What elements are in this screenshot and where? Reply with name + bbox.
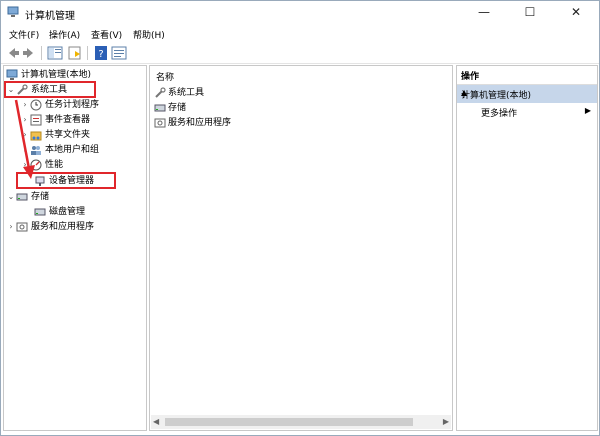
actions-pane: 操作 计算机管理(本地) ▲ 更多操作 ▶ xyxy=(456,65,598,431)
tools-icon xyxy=(155,86,166,98)
computer-management-window: 计算机管理 — ☐ ✕ 文件(F) 操作(A) 查看(V) 帮助(H) ? 计算… xyxy=(0,0,600,436)
export-list-icon[interactable] xyxy=(67,45,83,61)
tree-label: 磁盘管理 xyxy=(49,207,86,217)
help-icon[interactable]: ? xyxy=(93,45,109,61)
storage-icon xyxy=(154,104,166,111)
menu-view[interactable]: 查看(V) xyxy=(91,28,122,41)
more-actions-link[interactable]: 更多操作 xyxy=(481,106,517,119)
collapse-up-icon[interactable]: ▲ xyxy=(461,88,593,97)
menu-action[interactable]: 操作(A) xyxy=(49,28,80,41)
services-icon xyxy=(16,222,28,232)
disk-management-icon xyxy=(34,208,46,216)
close-button[interactable]: ✕ xyxy=(553,1,599,25)
scroll-left-icon[interactable]: ◀ xyxy=(153,415,159,429)
toolbar: ? xyxy=(1,43,599,64)
show-hide-console-tree-icon[interactable] xyxy=(47,45,63,61)
svg-text:?: ? xyxy=(98,49,103,60)
actions-header: 操作 xyxy=(457,66,597,85)
forward-arrow-icon[interactable] xyxy=(21,45,37,61)
chevron-right-icon[interactable]: › xyxy=(6,220,16,234)
menu-file[interactable]: 文件(F) xyxy=(9,28,39,41)
properties-icon[interactable] xyxy=(111,45,127,61)
toolbar-divider xyxy=(87,46,88,60)
chevron-right-icon[interactable]: ▶ xyxy=(585,106,591,115)
computer-management-icon xyxy=(7,6,19,17)
actions-section-computer-management[interactable]: 计算机管理(本地) ▲ xyxy=(457,85,597,103)
menu-bar: 文件(F) 操作(A) 查看(V) 帮助(H) xyxy=(1,25,599,43)
scrollbar-thumb[interactable] xyxy=(165,418,413,426)
menu-help[interactable]: 帮助(H) xyxy=(133,28,165,41)
title-bar: 计算机管理 — ☐ ✕ xyxy=(1,1,599,25)
maximize-button[interactable]: ☐ xyxy=(507,1,553,25)
list-item-label: 存储 xyxy=(168,103,187,113)
name-column-header[interactable]: 名称 xyxy=(156,70,174,83)
horizontal-scrollbar[interactable]: ◀ ▶ xyxy=(151,415,451,429)
tree-label: 服务和应用程序 xyxy=(31,222,95,232)
annotation-arrow-icon xyxy=(14,99,35,179)
actions-header-label: 操作 xyxy=(461,72,480,82)
list-item[interactable]: 存储 xyxy=(154,101,186,115)
list-item-label: 系统工具 xyxy=(168,88,205,98)
window-title: 计算机管理 xyxy=(25,11,75,22)
back-arrow-icon[interactable] xyxy=(5,45,21,61)
list-item[interactable]: 服务和应用程序 xyxy=(154,116,231,130)
console-tree-pane: 计算机管理(本地) ⌄ 系统工具 › 任务计划程序 › 事件查看器 › 共享文件夹 › 本… xyxy=(3,65,147,431)
tree-item-disk-management[interactable]: 磁盘管理 xyxy=(34,205,85,219)
services-icon xyxy=(154,118,166,127)
list-item[interactable]: 系统工具 xyxy=(154,86,204,100)
content-pane: 名称 系统工具 存储 服务和应用程序 ◀ ▶ xyxy=(149,65,453,431)
tree-item-services-applications[interactable]: › 服务和应用程序 xyxy=(6,220,94,234)
toolbar-divider xyxy=(41,46,42,60)
minimize-button[interactable]: — xyxy=(461,1,507,25)
list-item-label: 服务和应用程序 xyxy=(168,118,232,128)
scroll-right-icon[interactable]: ▶ xyxy=(443,415,449,429)
